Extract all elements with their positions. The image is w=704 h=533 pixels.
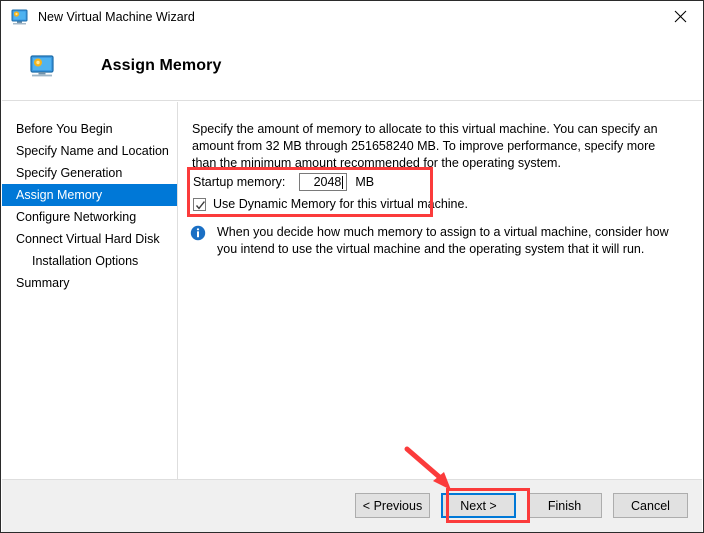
dynamic-memory-label: Use Dynamic Memory for this virtual mach…: [213, 197, 468, 211]
page-title: Assign Memory: [101, 57, 222, 74]
sidebar-item-installation-options[interactable]: Installation Options: [2, 250, 177, 272]
finish-button[interactable]: Finish: [527, 493, 602, 518]
new-virtual-machine-wizard-window: New Virtual Machine Wizard Assign Memory: [0, 0, 704, 533]
close-icon: [674, 10, 686, 23]
page-header: Assign Memory: [2, 32, 702, 101]
footer-button-group: < Previous Next > Finish Cancel: [355, 493, 688, 518]
startup-memory-value: 2048: [313, 175, 342, 189]
wizard-content-panel: Specify the amount of memory to allocate…: [179, 102, 702, 479]
sidebar-item-specify-generation[interactable]: Specify Generation: [2, 162, 177, 184]
info-icon: [190, 225, 206, 246]
next-button[interactable]: Next >: [441, 493, 516, 518]
startup-memory-unit: MB: [355, 175, 375, 189]
info-note: When you decide how much memory to assig…: [190, 224, 682, 258]
startup-memory-group: Startup memory: 2048 MB Use Dynamic Memo…: [189, 168, 468, 216]
cancel-button[interactable]: Cancel: [613, 493, 688, 518]
dynamic-memory-checkbox[interactable]: [193, 197, 206, 211]
close-button[interactable]: [657, 1, 703, 32]
startup-memory-row: Startup memory: 2048 MB: [193, 172, 374, 192]
sidebar-item-specify-name-and-location[interactable]: Specify Name and Location: [2, 140, 177, 162]
startup-memory-input[interactable]: 2048: [299, 173, 348, 191]
virtual-machine-icon: [29, 54, 55, 78]
sidebar-item-summary[interactable]: Summary: [2, 272, 177, 294]
previous-button[interactable]: < Previous: [355, 493, 430, 518]
wizard-body: Before You Begin Specify Name and Locati…: [2, 102, 702, 479]
sidebar-item-configure-networking[interactable]: Configure Networking: [2, 206, 177, 228]
checkmark-icon: [195, 200, 205, 209]
wizard-steps-sidebar: Before You Begin Specify Name and Locati…: [2, 102, 178, 479]
info-note-text: When you decide how much memory to assig…: [217, 225, 669, 256]
sidebar-item-before-you-begin[interactable]: Before You Begin: [2, 118, 177, 140]
window-title: New Virtual Machine Wizard: [38, 9, 195, 24]
sidebar-item-assign-memory[interactable]: Assign Memory: [2, 184, 177, 206]
startup-memory-label: Startup memory:: [193, 175, 286, 189]
wizard-footer: < Previous Next > Finish Cancel: [2, 479, 702, 532]
text-caret: [342, 175, 344, 189]
virtual-machine-icon: [11, 9, 28, 25]
intro-description: Specify the amount of memory to allocate…: [192, 122, 658, 170]
dynamic-memory-row[interactable]: Use Dynamic Memory for this virtual mach…: [193, 195, 468, 213]
sidebar-item-connect-virtual-hard-disk[interactable]: Connect Virtual Hard Disk: [2, 228, 177, 250]
title-bar: New Virtual Machine Wizard: [1, 1, 703, 32]
